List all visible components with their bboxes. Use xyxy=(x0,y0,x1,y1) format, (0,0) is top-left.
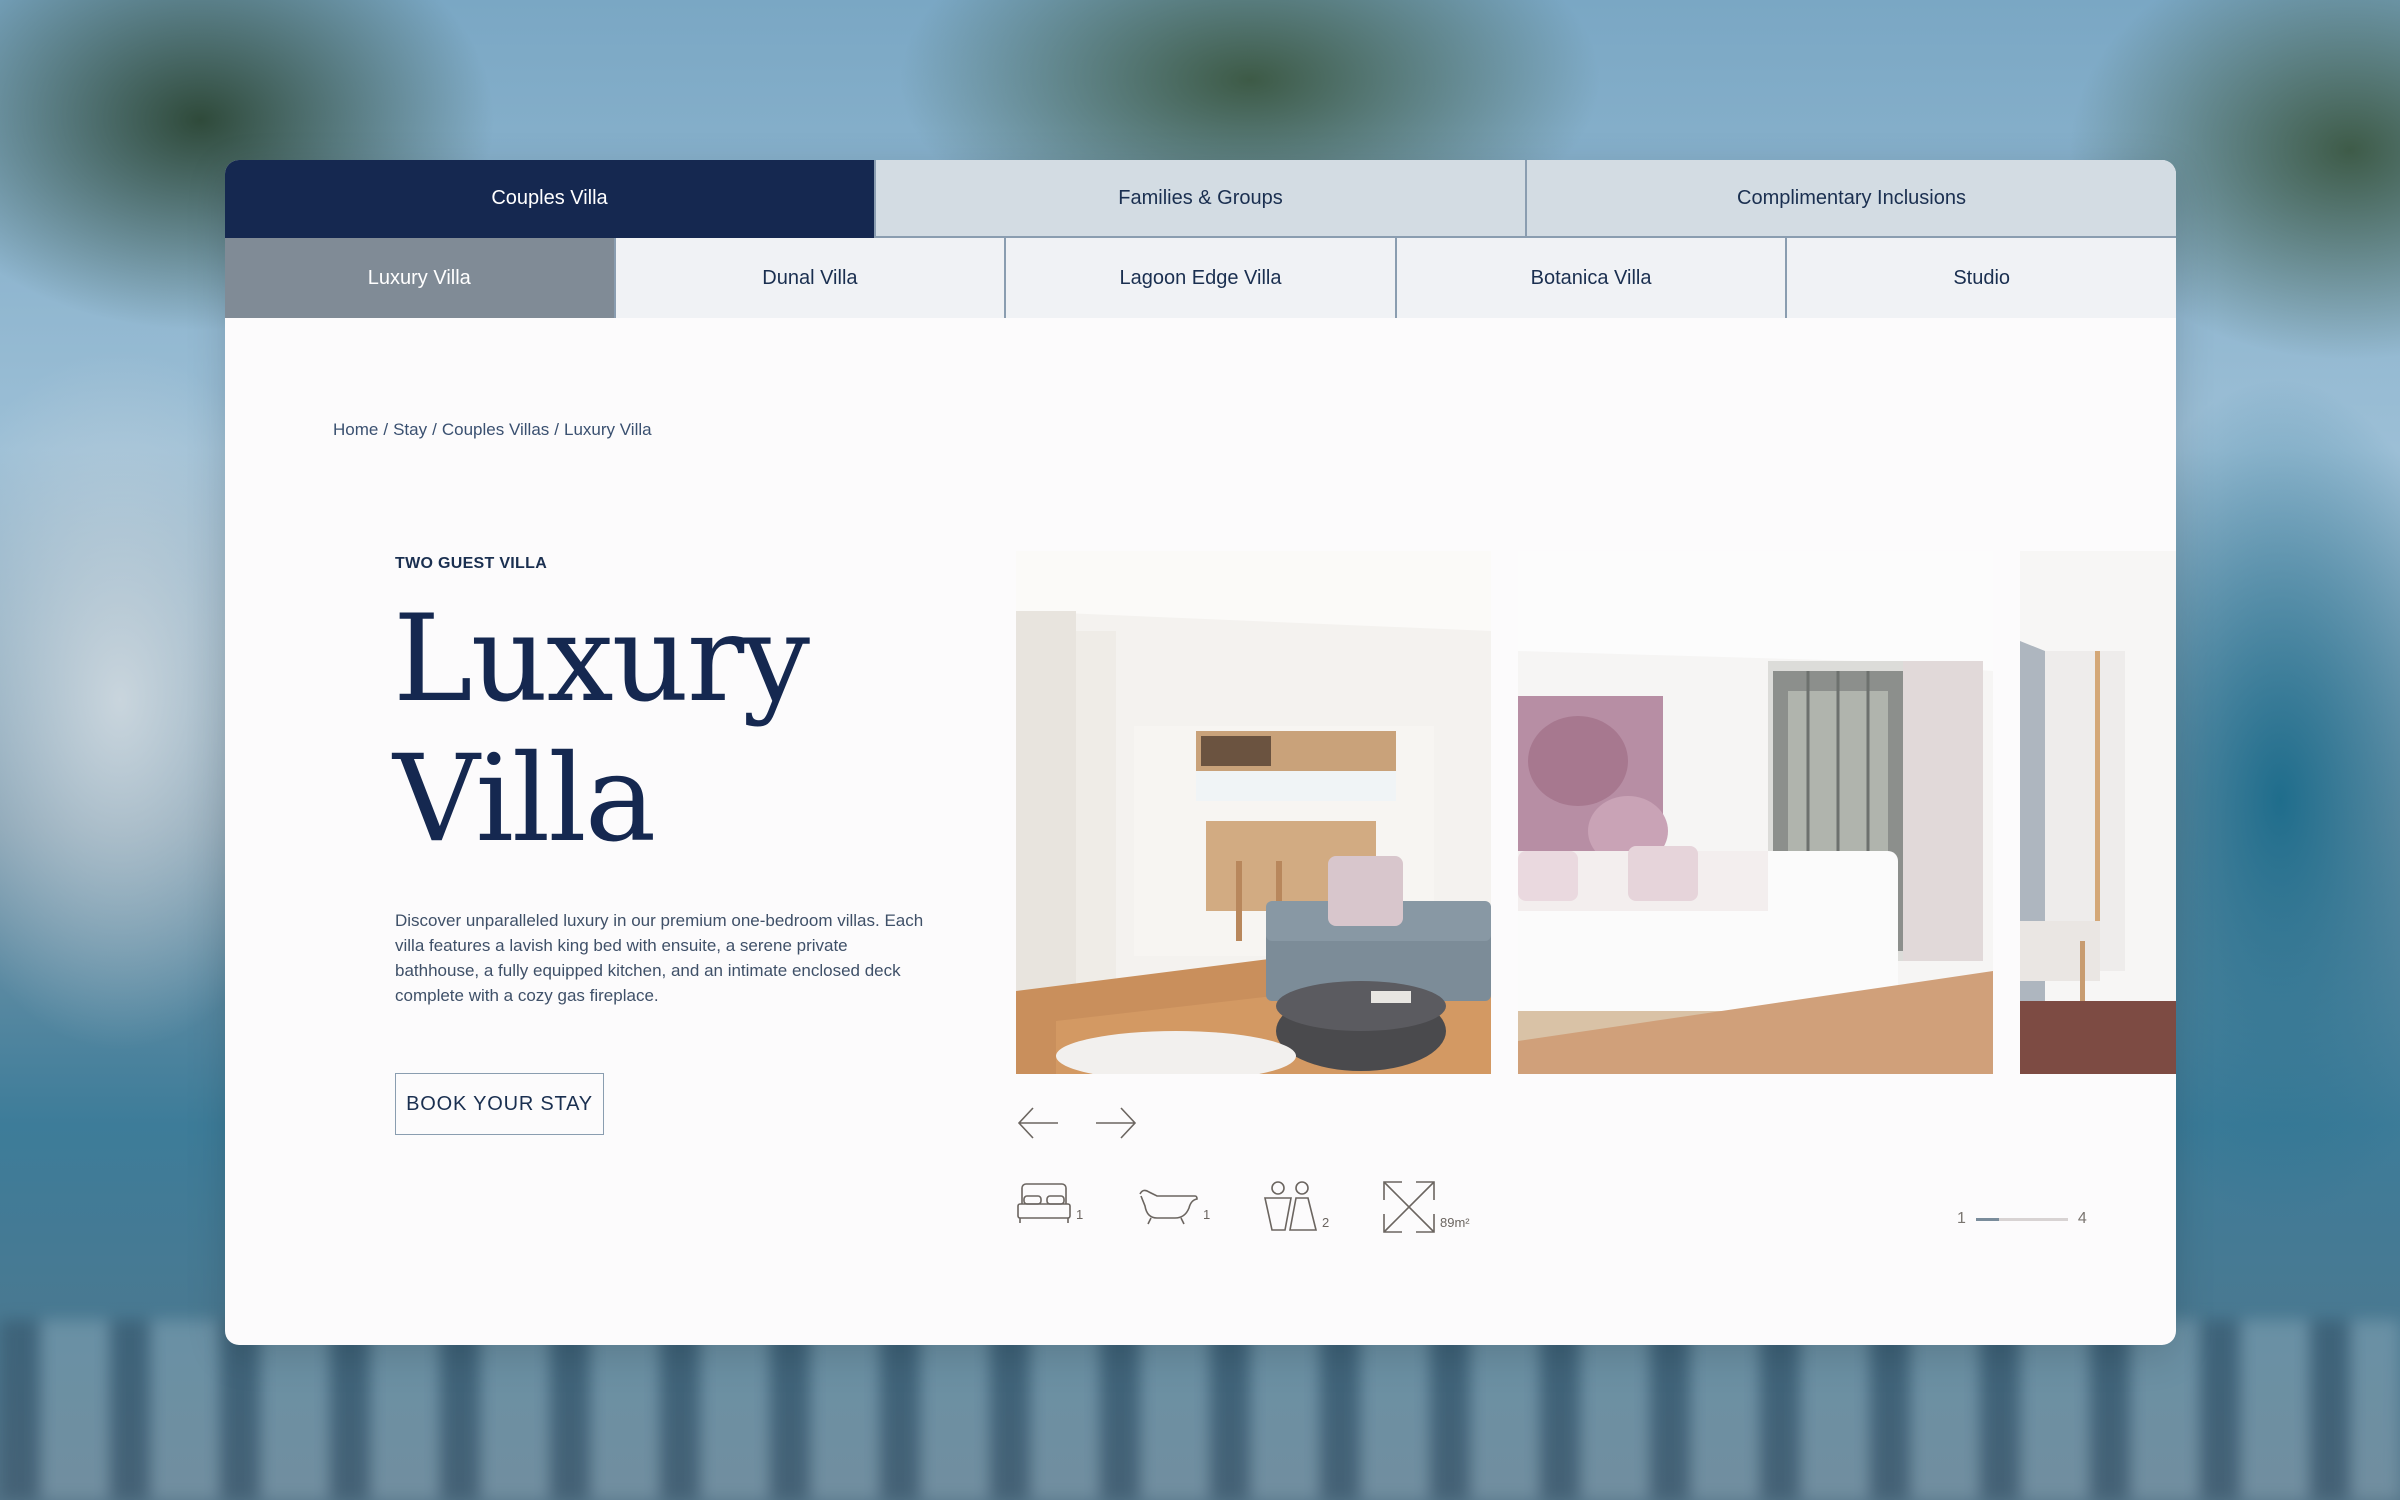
gallery-photo-room-partial[interactable] xyxy=(2020,551,2176,1074)
gallery-next-button[interactable] xyxy=(1094,1105,1138,1141)
villa-description: Discover unparalleled luxury in our prem… xyxy=(395,911,924,1005)
bedroom-image xyxy=(1518,551,1993,1074)
arrow-right-icon xyxy=(1096,1107,1137,1139)
breadcrumb-stay[interactable]: Stay xyxy=(393,420,427,439)
breadcrumb-current: Luxury Villa xyxy=(564,420,652,439)
breadcrumb-couples-villas[interactable]: Couples Villas xyxy=(442,420,549,439)
amenity-floor-area: 89m² xyxy=(1382,1180,1470,1234)
pager-current: 1 xyxy=(1957,1210,1966,1227)
page-title: Luxury Villa xyxy=(393,590,810,870)
living-room-image xyxy=(1016,551,1491,1074)
gallery-photo-living-room[interactable] xyxy=(1016,551,1491,1074)
gallery-prev-button[interactable] xyxy=(1016,1105,1060,1141)
breadcrumb: Home / Stay / Couples Villas / Luxury Villa xyxy=(333,420,652,440)
tab-families-groups[interactable]: Families & Groups xyxy=(874,160,1525,238)
tab-botanica-villa[interactable]: Botanica Villa xyxy=(1394,238,1786,318)
breadcrumb-separator: / xyxy=(383,420,389,439)
book-your-stay-button[interactable]: BOOK YOUR STAY xyxy=(395,1073,604,1135)
title-line-1: Luxury xyxy=(393,590,810,729)
tab-dunal-villa[interactable]: Dunal Villa xyxy=(613,238,1005,318)
background-blur xyxy=(0,1320,2400,1500)
tab-lagoon-edge-villa[interactable]: Lagoon Edge Villa xyxy=(1004,238,1395,318)
guest-count: 2 xyxy=(1322,1215,1330,1230)
tab-couples-villa[interactable]: Couples Villa xyxy=(225,160,874,238)
gallery-pager: 1 4 xyxy=(1957,1210,2087,1228)
breadcrumb-home[interactable]: Home xyxy=(333,420,378,439)
villa-eyebrow: TWO GUEST VILLA xyxy=(395,555,548,572)
bedroom-count: 1 xyxy=(1076,1207,1084,1222)
photo-gallery xyxy=(1016,551,2176,1074)
bathroom-count: 1 xyxy=(1203,1207,1211,1222)
villa-tabs: Luxury Villa Dunal Villa Lagoon Edge Vil… xyxy=(225,238,2176,318)
pager-total: 4 xyxy=(2077,1210,2087,1227)
pager-progress-fill xyxy=(1975,1217,1999,1221)
floor-area-value: 89m² xyxy=(1440,1215,1470,1230)
breadcrumb-separator: / xyxy=(554,420,560,439)
tab-studio[interactable]: Studio xyxy=(1785,238,2176,318)
room-partial-image xyxy=(2020,551,2176,1074)
amenity-bedrooms: 1 xyxy=(1016,1180,1083,1226)
category-tabs: Couples Villa Families & Groups Complime… xyxy=(225,160,2176,238)
tab-complimentary-inclusions[interactable]: Complimentary Inclusions xyxy=(1525,160,2176,238)
breadcrumb-separator: / xyxy=(432,420,437,439)
title-line-2: Villa xyxy=(393,730,656,869)
floor-area-icon xyxy=(1383,1181,1435,1233)
guests-icon xyxy=(1264,1181,1318,1231)
amenity-guests: 2 xyxy=(1262,1180,1329,1234)
pager-track xyxy=(1975,1217,2068,1221)
villa-card: Couples Villa Families & Groups Complime… xyxy=(225,160,2176,1345)
bathtub-icon xyxy=(1139,1189,1198,1225)
tab-luxury-villa[interactable]: Luxury Villa xyxy=(225,238,614,318)
gallery-photo-bedroom[interactable] xyxy=(1518,551,1993,1074)
bed-icon xyxy=(1017,1183,1071,1223)
amenity-bathrooms: 1 xyxy=(1137,1180,1210,1226)
arrow-left-icon xyxy=(1017,1107,1058,1139)
